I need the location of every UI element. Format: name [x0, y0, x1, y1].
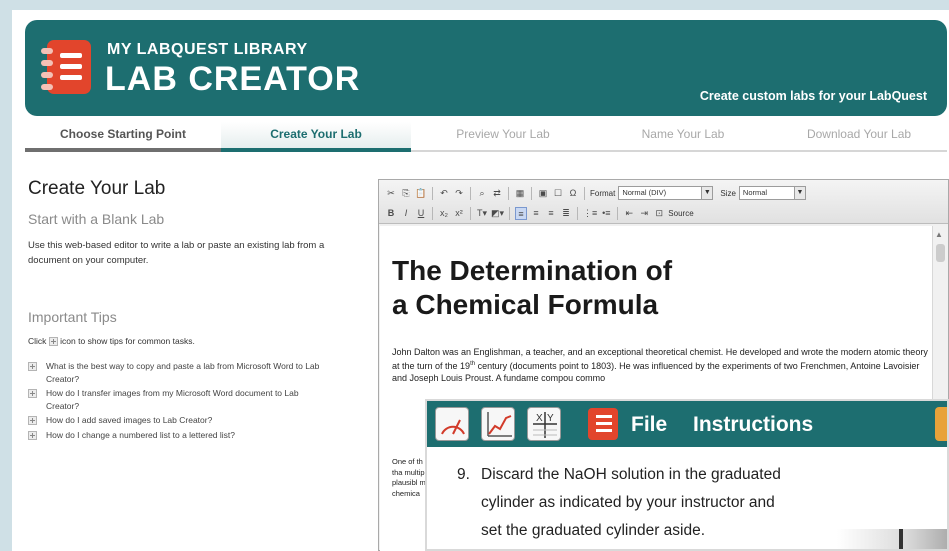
page-title: Create Your Lab [28, 178, 166, 199]
superscript-icon[interactable]: x² [453, 207, 465, 220]
source-icon[interactable]: ⊡ [653, 207, 665, 220]
menu-file[interactable]: File [631, 413, 667, 437]
instruction-line-1: Discard the NaOH solution in the graduat… [481, 466, 781, 483]
paste-icon[interactable]: 📋 [415, 187, 427, 200]
replace-icon[interactable]: ⇄ [491, 187, 503, 200]
tips-list: What is the best way to copy and paste a… [28, 360, 328, 443]
copy-icon[interactable]: ⎘ [400, 187, 412, 200]
text-color-icon[interactable]: T▾ [476, 207, 488, 220]
graph-icon[interactable] [481, 407, 515, 441]
step-name-your-lab[interactable]: Name Your Lab [595, 122, 771, 152]
title-line-2: a Chemical Formula [392, 289, 659, 320]
bold-icon[interactable]: B [385, 207, 397, 220]
underline-icon[interactable]: U [415, 207, 427, 220]
outdent-icon[interactable]: ⇤ [623, 207, 635, 220]
chevron-down-icon[interactable]: ▼ [793, 186, 806, 200]
redo-icon[interactable]: ↷ [453, 187, 465, 200]
format-label: Format [590, 188, 616, 198]
format-select[interactable]: Normal (DIV) [618, 186, 703, 200]
lab-book-icon[interactable] [588, 408, 618, 440]
italic-icon[interactable]: I [400, 207, 412, 220]
notebook-logo-icon [41, 40, 91, 94]
svg-text:Y: Y [547, 413, 554, 424]
scroll-up-icon[interactable]: ▲ [935, 230, 943, 239]
find-icon[interactable]: ⌕ [476, 187, 488, 200]
page: MY LABQUEST LIBRARY LAB CREATOR Create c… [12, 10, 949, 551]
table-icon[interactable]: XY [527, 407, 561, 441]
plus-icon [48, 337, 58, 347]
tagline: Create custom labs for your LabQuest [699, 89, 927, 103]
scroll-thumb[interactable] [936, 244, 945, 262]
step-create-your-lab[interactable]: Create Your Lab [221, 122, 411, 152]
size-select[interactable]: Normal [738, 186, 795, 200]
image-icon[interactable]: ▣ [537, 187, 549, 200]
align-left-icon[interactable]: ≡ [515, 206, 528, 220]
toolbar-row-1: ✂ ⎘ 📋 ↶ ↷ ⌕ ⇄ ▦ ▣ ☐ Ω Format Normal (DIV… [385, 184, 806, 202]
align-center-icon[interactable]: ≡ [530, 207, 542, 220]
tips-hint: Click icon to show tips for common tasks… [28, 336, 195, 347]
instruction-line-2: cylinder as indicated by your instructor… [481, 494, 775, 511]
step-preview-your-lab[interactable]: Preview Your Lab [411, 122, 595, 152]
labquest-preview: XY File Instructions 9. Discard the NaOH … [425, 399, 949, 551]
overflow-tab-icon[interactable] [935, 407, 947, 441]
tips-hint-pre: Click [28, 336, 47, 346]
toolbar-row-2: B I U x₂ x² T▾ ◩▾ ≡ ≡ ≡ ≣ ⋮≡ •≡ ⇤ ⇥ ⊡ So… [385, 204, 694, 222]
step-number: 9. [457, 466, 470, 483]
expand-plus-icon[interactable] [28, 389, 37, 398]
meter-icon[interactable] [435, 407, 469, 441]
expand-plus-icon[interactable] [28, 416, 37, 425]
chevron-down-icon[interactable]: ▼ [701, 186, 714, 200]
expand-plus-icon[interactable] [28, 362, 37, 371]
step-download-your-lab[interactable]: Download Your Lab [771, 122, 947, 152]
align-right-icon[interactable]: ≡ [545, 207, 557, 220]
size-label: Size [720, 188, 736, 198]
document-paragraph: John Dalton was an Englishman, a teacher… [392, 346, 932, 384]
tips-hint-post: icon to show tips for common tasks. [60, 336, 195, 346]
tip-item[interactable]: How do I change a numbered list to a let… [28, 429, 328, 442]
brand-title: LAB CREATOR [105, 60, 361, 98]
table-icon[interactable]: ▦ [514, 187, 526, 200]
special-char-icon[interactable]: Ω [567, 187, 579, 200]
apparatus-photo [837, 529, 947, 549]
instruction-step: 9. Discard the NaOH solution in the gradu… [457, 461, 857, 545]
bg-color-icon[interactable]: ◩▾ [491, 207, 504, 220]
tip-item[interactable]: How do I transfer images from my Microso… [28, 387, 328, 412]
bullet-list-icon[interactable]: •≡ [600, 207, 612, 220]
tip-item[interactable]: What is the best way to copy and paste a… [28, 360, 328, 385]
subscript-icon[interactable]: x₂ [438, 207, 450, 220]
labquest-menu-bar: XY File Instructions [427, 401, 947, 447]
justify-icon[interactable]: ≣ [560, 207, 572, 220]
section-subtitle: Start with a Blank Lab [28, 211, 165, 227]
frame-icon[interactable]: ☐ [552, 187, 564, 200]
tip-text: How do I transfer images from my Microso… [46, 388, 299, 411]
menu-instructions[interactable]: Instructions [693, 413, 813, 437]
tip-text: How do I add saved images to Lab Creator… [46, 415, 213, 425]
section-description: Use this web-based editor to write a lab… [28, 240, 325, 266]
source-label[interactable]: Source [668, 209, 693, 218]
tip-item[interactable]: How do I add saved images to Lab Creator… [28, 414, 328, 427]
title-line-1: The Determination of [392, 255, 673, 286]
wizard-steps: Choose Starting Point Create Your Lab Pr… [25, 122, 947, 152]
indent-icon[interactable]: ⇥ [638, 207, 650, 220]
tip-text: How do I change a numbered list to a let… [46, 429, 235, 440]
tips-heading: Important Tips [28, 309, 117, 325]
step-choose-starting-point[interactable]: Choose Starting Point [25, 122, 221, 152]
undo-icon[interactable]: ↶ [438, 187, 450, 200]
expand-plus-icon[interactable] [28, 430, 37, 440]
cut-icon[interactable]: ✂ [385, 187, 397, 200]
tip-text: What is the best way to copy and paste a… [46, 361, 320, 384]
document-title: The Determination of a Chemical Formula [392, 254, 672, 322]
brand-subtitle: MY LABQUEST LIBRARY [107, 41, 308, 58]
svg-text:X: X [536, 413, 543, 424]
header-banner: MY LABQUEST LIBRARY LAB CREATOR Create c… [25, 20, 947, 116]
editor-toolbar: ✂ ⎘ 📋 ↶ ↷ ⌕ ⇄ ▦ ▣ ☐ Ω Format Normal (DIV… [379, 180, 948, 224]
instruction-line-3: set the graduated cylinder aside. [481, 522, 706, 539]
numbered-list-icon[interactable]: ⋮≡ [583, 207, 597, 220]
